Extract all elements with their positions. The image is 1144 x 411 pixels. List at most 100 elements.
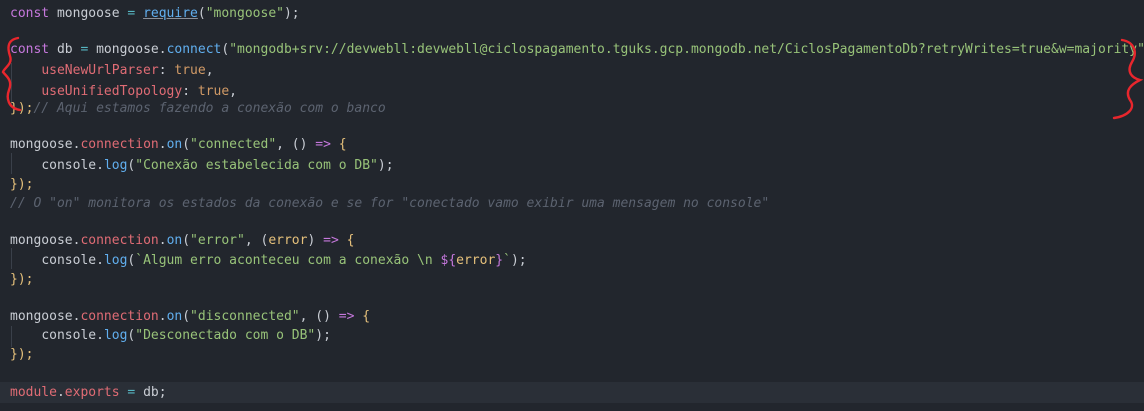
punctuation: ,	[299, 309, 316, 324]
function-name: log	[103, 158, 128, 173]
code-comment: // O "on" monitora os estados da conexão…	[10, 196, 770, 211]
closing-brace: });	[10, 272, 34, 287]
code-comment: // Aqui estamos fazendo a conexão com o …	[33, 101, 386, 116]
code-line-14[interactable]: console.log(`Algum erro aconteceu com a …	[10, 250, 527, 271]
boolean-literal: true	[197, 84, 230, 99]
parameter: error	[268, 233, 308, 248]
identifier: mongoose	[10, 309, 73, 324]
paren: (	[182, 137, 191, 152]
punctuation: .	[158, 309, 167, 324]
identifier: mongoose	[88, 42, 159, 57]
paren: (	[182, 233, 191, 248]
punctuation: .	[56, 385, 65, 400]
function-name: connect	[166, 42, 222, 57]
arrow-operator: =>	[315, 233, 347, 248]
paren: (	[221, 42, 230, 57]
string-literal: "disconnected"	[190, 309, 300, 324]
string-literal: "error"	[190, 233, 245, 248]
property-name: exports	[64, 385, 120, 400]
string-literal: "Conexão estabelecida com o DB"	[135, 158, 378, 173]
interpolation-close: }	[495, 253, 504, 268]
arrow-operator: =>	[307, 137, 339, 152]
string-literal: "Desconectado com o DB"	[135, 328, 316, 343]
identifier: mongoose	[10, 233, 73, 248]
opening-brace: {	[338, 137, 347, 152]
code-line-8[interactable]: mongoose.connection.on("connected", () =…	[10, 134, 347, 155]
code-line-13[interactable]: mongoose.connection.on("error", (error) …	[10, 230, 354, 251]
punctuation: ;	[158, 385, 167, 400]
identifier: module	[10, 385, 57, 400]
code-line-1[interactable]: const mongoose = require("mongoose");	[10, 3, 300, 24]
identifier: console	[41, 253, 97, 268]
code-line-6[interactable]: });// Aqui estamos fazendo a conexão com…	[10, 98, 386, 119]
closing-brace: });	[10, 347, 34, 362]
function-name: on	[166, 137, 183, 152]
punctuation: .	[158, 42, 167, 57]
boolean-literal: true	[174, 63, 206, 78]
identifier: db	[49, 42, 81, 57]
identifier: console	[41, 158, 97, 173]
closing-brace: });	[10, 177, 34, 192]
punctuation: .	[158, 233, 167, 248]
closing-brace: });	[10, 101, 34, 116]
property-name: useNewUrlParser	[41, 63, 159, 78]
code-line-17[interactable]: mongoose.connection.on("disconnected", (…	[10, 306, 370, 327]
identifier: db	[143, 385, 159, 400]
property-name: connection	[80, 137, 159, 152]
punctuation: );	[510, 253, 527, 268]
keyword: const	[10, 42, 50, 57]
code-line-18[interactable]: console.log("Desconectado com o DB");	[10, 325, 331, 346]
connection-string: "mongodb+srv://devwebll:devwebll@ciclosp…	[229, 42, 1144, 57]
punctuation: .	[96, 158, 104, 173]
code-line-11[interactable]: // O "on" monitora os estados da conexão…	[10, 193, 769, 214]
code-line-4[interactable]: useNewUrlParser: true,	[10, 60, 214, 81]
punctuation: .	[96, 328, 104, 343]
arrow-operator: =>	[330, 309, 363, 324]
code-line-10[interactable]: });	[10, 174, 33, 195]
punctuation: :	[182, 84, 198, 99]
code-editor[interactable]: const mongoose = require("mongoose"); co…	[0, 0, 1144, 411]
punctuation: :	[158, 63, 175, 78]
paren: (	[197, 6, 206, 21]
punctuation: .	[96, 253, 104, 268]
opening-brace: {	[346, 233, 355, 248]
string-literal: "connected"	[190, 137, 277, 152]
property-name: connection	[80, 233, 159, 248]
string-literal: "mongoose"	[205, 6, 284, 21]
function-name: log	[103, 253, 128, 268]
opening-brace: {	[362, 309, 371, 324]
code-line-21[interactable]: module.exports = db;	[0, 382, 1144, 403]
identifier: mongoose	[49, 6, 128, 21]
template-literal-end: `	[503, 253, 511, 268]
function-name: on	[166, 309, 183, 324]
params: ()	[291, 137, 308, 152]
function-name: on	[166, 233, 183, 248]
identifier: console	[41, 328, 97, 343]
punctuation: .	[158, 137, 167, 152]
function-name: require	[143, 6, 198, 21]
punctuation: );	[315, 328, 331, 343]
code-line-19[interactable]: });	[10, 344, 33, 365]
interpolation-open: ${	[440, 253, 457, 268]
identifier: mongoose	[10, 137, 73, 152]
code-line-3[interactable]: const db = mongoose.connect("mongodb+srv…	[10, 39, 1144, 60]
punctuation: ,	[205, 63, 214, 78]
punctuation: );	[377, 158, 394, 173]
template-literal: `Algum erro aconteceu com a conexão \n	[135, 253, 441, 268]
interpolated-variable: error	[456, 253, 496, 268]
operator: =	[119, 385, 144, 400]
punctuation: ,	[229, 84, 237, 99]
punctuation: ,	[276, 137, 292, 152]
property-name: useUnifiedTopology	[41, 84, 183, 99]
keyword: const	[10, 6, 50, 21]
paren: (	[182, 309, 191, 324]
code-line-15[interactable]: });	[10, 269, 33, 290]
punctuation: );	[283, 6, 300, 21]
code-line-9[interactable]: console.log("Conexão estabelecida com o …	[10, 155, 394, 176]
